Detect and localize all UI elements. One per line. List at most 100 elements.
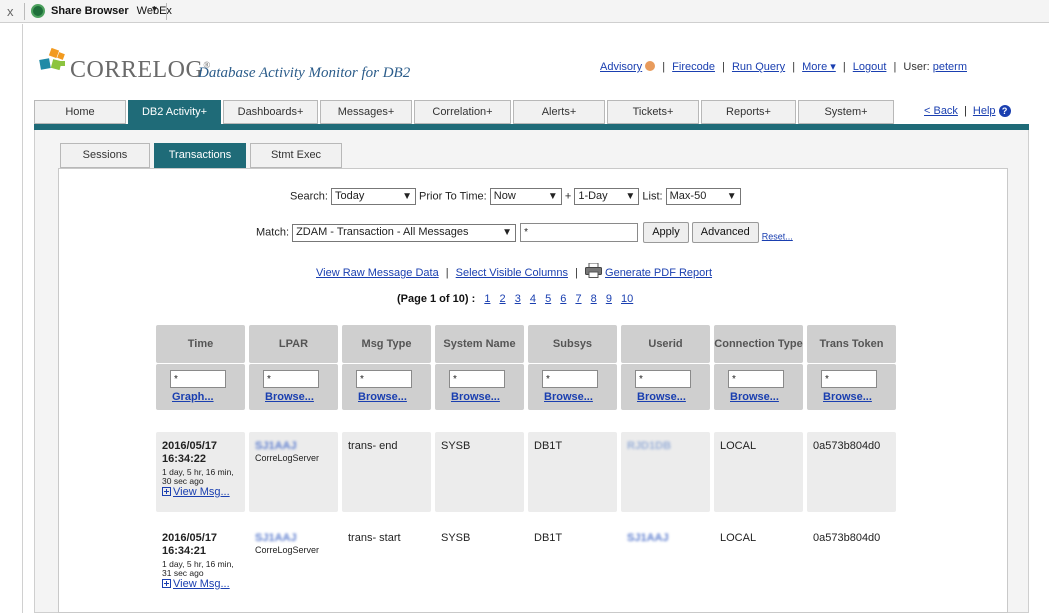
subsys-filter-input[interactable]: * (542, 370, 598, 388)
page-link-1[interactable]: 1 (484, 293, 490, 305)
page-link-5[interactable]: 5 (545, 293, 551, 305)
expand-icon[interactable] (162, 487, 171, 496)
help-link[interactable]: Help (973, 105, 996, 117)
page-link-6[interactable]: 6 (560, 293, 566, 305)
row-age: 1 day, 5 hr, 16 min, 31 sec ago (162, 559, 234, 578)
filter-cell-time: * Graph... (156, 364, 245, 410)
range-value: 1-Day (578, 190, 608, 202)
tab-dashboards[interactable]: Dashboards+ (223, 100, 318, 124)
view-msg-link[interactable]: View Msg... (173, 578, 230, 590)
table-row-2-userid: SJ1AAJ (621, 524, 710, 604)
userid-filter-input[interactable]: * (635, 370, 691, 388)
tab-tickets[interactable]: Tickets+ (607, 100, 699, 124)
tab-stmt-exec[interactable]: Stmt Exec (250, 143, 342, 168)
column-header-time[interactable]: Time (156, 325, 245, 363)
reset-link[interactable]: Reset... (762, 231, 793, 241)
column-header-msg-type[interactable]: Msg Type (342, 325, 431, 363)
table-row-1-time: 2016/05/17 16:34:22 1 day, 5 hr, 16 min,… (156, 432, 245, 512)
range-select[interactable]: 1-Day ▼ (574, 188, 640, 205)
expand-icon[interactable] (162, 579, 171, 588)
time-filter-input[interactable]: * (170, 370, 226, 388)
column-header-trans-token[interactable]: Trans Token (807, 325, 896, 363)
userid-link[interactable]: SJ1AAJ (627, 532, 669, 544)
trans-token-filter-input[interactable]: * (821, 370, 877, 388)
chevron-down-icon: ▼ (726, 191, 737, 202)
lpar-link[interactable]: SJ1AAJ (255, 440, 297, 452)
prior-to-time-label: Prior To Time: (419, 190, 487, 203)
table-row-2-trans-token: 0a573b804d0 (807, 524, 896, 604)
server-name: CorreLogServer (255, 453, 320, 463)
chevron-down-icon[interactable]: ▾ (152, 4, 157, 15)
table-row-1-subsys: DB1T (528, 432, 617, 512)
column-header-subsys[interactable]: Subsys (528, 325, 617, 363)
msg-type-filter-input[interactable]: * (356, 370, 412, 388)
view-msg-link[interactable]: View Msg... (173, 486, 230, 498)
generate-pdf-report-link[interactable]: Generate PDF Report (605, 267, 712, 279)
tab-messages[interactable]: Messages+ (320, 100, 412, 124)
browse-system-name-link[interactable]: Browse... (451, 391, 500, 403)
user-label: User: (903, 61, 930, 73)
apply-button[interactable]: Apply (643, 222, 689, 243)
help-icon[interactable]: ? (998, 105, 1011, 117)
back-link[interactable]: < Back (924, 105, 958, 117)
match-value: ZDAM - Transaction - All Messages (296, 225, 469, 238)
lpar-filter-input[interactable]: * (263, 370, 319, 388)
filter-cell-trans-token: * Browse... (807, 364, 896, 410)
graph-link[interactable]: Graph... (172, 391, 214, 403)
tab-reports[interactable]: Reports+ (701, 100, 796, 124)
row-date: 2016/05/17 (162, 532, 218, 544)
tab-transactions[interactable]: Transactions (154, 143, 246, 168)
close-icon[interactable]: x (7, 4, 14, 19)
separator: | (842, 61, 846, 73)
separator: | (722, 61, 725, 73)
browse-userid-link[interactable]: Browse... (637, 391, 686, 403)
page-link-10[interactable]: 10 (621, 293, 633, 305)
search-select[interactable]: Today ▼ (330, 188, 416, 205)
connection-type-filter-input[interactable]: * (728, 370, 784, 388)
share-browser-logo-icon (31, 4, 45, 18)
firecode-link[interactable]: Firecode (672, 61, 715, 73)
list-select[interactable]: Max-50 ▼ (665, 188, 741, 205)
tab-db2-activity[interactable]: DB2 Activity+ (128, 100, 221, 124)
tab-system[interactable]: System+ (798, 100, 894, 124)
column-header-connection-type[interactable]: Connection Type (714, 325, 803, 363)
tab-home[interactable]: Home (34, 100, 126, 124)
table-row-2-subsys: DB1T (528, 524, 617, 604)
divider (24, 3, 25, 20)
lpar-link[interactable]: SJ1AAJ (255, 532, 297, 544)
browse-subsys-link[interactable]: Browse... (544, 391, 593, 403)
page-link-8[interactable]: 8 (591, 293, 597, 305)
browse-connection-type-link[interactable]: Browse... (730, 391, 779, 403)
match-filter-input[interactable]: * (520, 223, 639, 242)
view-raw-message-link[interactable]: View Raw Message Data (316, 267, 439, 279)
table-row-1-system-name: SYSB (435, 432, 524, 512)
page-link-7[interactable]: 7 (575, 293, 581, 305)
printer-icon[interactable] (584, 263, 602, 278)
tab-correlation[interactable]: Correlation+ (414, 100, 511, 124)
run-query-link[interactable]: Run Query (732, 61, 785, 73)
match-select[interactable]: ZDAM - Transaction - All Messages ▼ (292, 223, 517, 242)
page-link-3[interactable]: 3 (515, 293, 521, 305)
plus-label: + (564, 190, 572, 203)
more-menu-link[interactable]: More ▾ (802, 61, 836, 73)
browse-msg-type-link[interactable]: Browse... (358, 391, 407, 403)
advisory-link[interactable]: Advisory (600, 61, 642, 73)
browse-trans-token-link[interactable]: Browse... (823, 391, 872, 403)
tab-alerts[interactable]: Alerts+ (513, 100, 605, 124)
column-header-system-name[interactable]: System Name (435, 325, 524, 363)
select-visible-columns-link[interactable]: Select Visible Columns (456, 267, 568, 279)
column-header-lpar[interactable]: LPAR (249, 325, 338, 363)
user-link[interactable]: peterm (933, 61, 967, 73)
filter-cell-subsys: * Browse... (528, 364, 617, 410)
logout-link[interactable]: Logout (853, 61, 887, 73)
prior-to-time-select[interactable]: Now ▼ (489, 188, 562, 205)
page-link-4[interactable]: 4 (530, 293, 536, 305)
page-link-2[interactable]: 2 (500, 293, 506, 305)
advanced-button[interactable]: Advanced (691, 222, 759, 243)
tab-sessions[interactable]: Sessions (60, 143, 150, 168)
page-link-9[interactable]: 9 (606, 293, 612, 305)
match-row: Match: ZDAM - Transaction - All Messages… (256, 222, 793, 243)
column-header-userid[interactable]: Userid (621, 325, 710, 363)
browse-lpar-link[interactable]: Browse... (265, 391, 314, 403)
system-name-filter-input[interactable]: * (449, 370, 505, 388)
